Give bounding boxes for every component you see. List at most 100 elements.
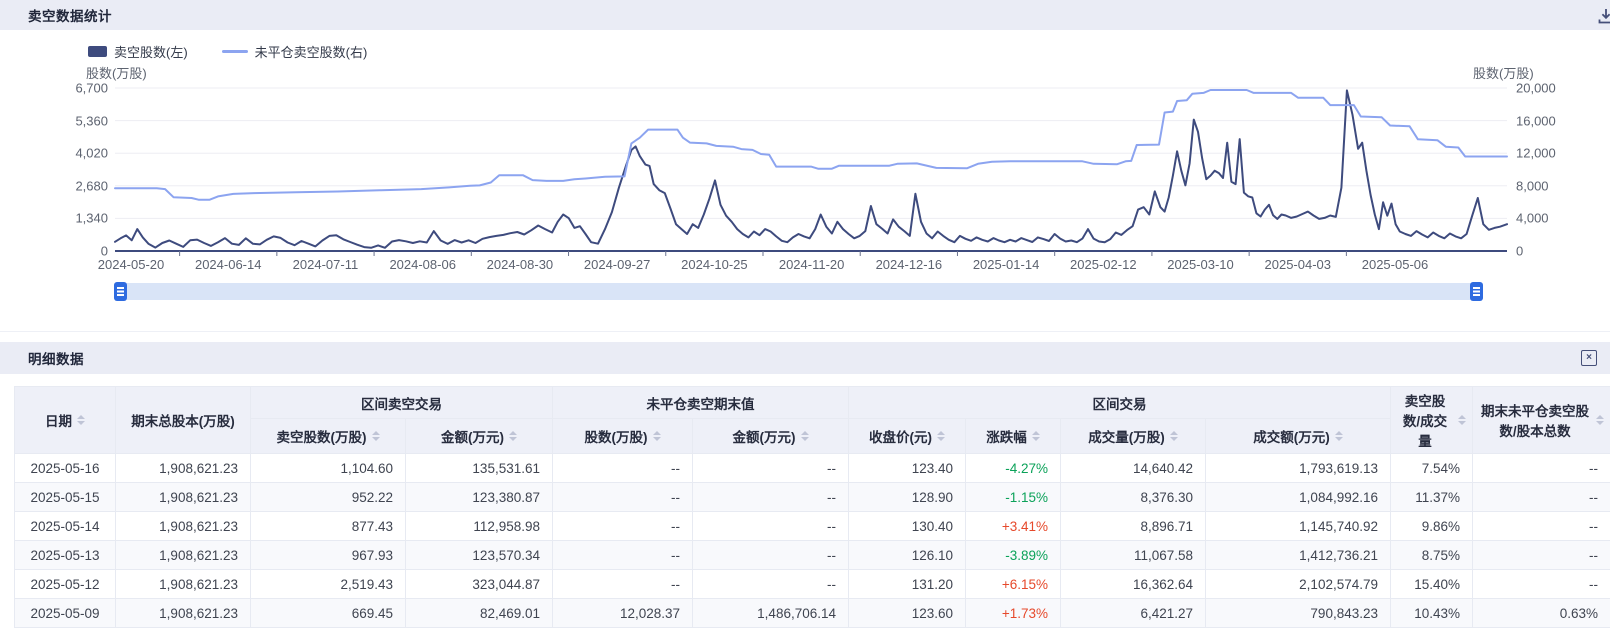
col-header-open-amount[interactable]: 金额(万元): [693, 419, 849, 454]
sort-icon[interactable]: [653, 431, 661, 442]
cell-value: --: [1473, 512, 1610, 541]
table-row[interactable]: 2025-05-121,908,621.232,519.43323,044.87…: [15, 570, 1610, 599]
sort-icon[interactable]: [1335, 431, 1343, 442]
table-row[interactable]: 2025-05-091,908,621.23669.4582,469.0112,…: [15, 599, 1610, 628]
x-axis-label: 2025-05-06: [1362, 257, 1429, 272]
group-header-open-short: 未平仓卖空期末值: [553, 387, 849, 419]
right-axis-tick-label: 4,000: [1516, 211, 1549, 226]
right-axis-tick-label: 12,000: [1516, 146, 1556, 161]
cell-value: --: [693, 570, 849, 599]
cell-value: 8.75%: [1391, 541, 1473, 570]
cell-value: 11.37%: [1391, 483, 1473, 512]
cell-value: 131.20: [849, 570, 966, 599]
cell-value: 135,531.61: [406, 454, 553, 483]
short-selling-chart: 卖空股数(左) 未平仓卖空股数(右) 股数(万股) 股数(万股) 6,7005,…: [0, 30, 1610, 332]
cell-value: --: [693, 454, 849, 483]
x-axis-label: 2025-01-14: [973, 257, 1040, 272]
sort-icon[interactable]: [509, 431, 517, 442]
right-axis-tick-label: 16,000: [1516, 113, 1556, 128]
cell-value: 1,908,621.23: [116, 512, 251, 541]
cell-value: 967.93: [251, 541, 406, 570]
cell-value: --: [553, 570, 693, 599]
detail-section-title: 明细数据: [28, 348, 84, 368]
x-axis-label: 2024-12-16: [876, 257, 943, 272]
chart-section-header: 卖空数据统计: [0, 0, 1610, 30]
left-axis-tick-label: 2,680: [28, 178, 108, 193]
cell-value: 123.40: [849, 454, 966, 483]
col-header-short-vol-ratio[interactable]: 卖空股数/成交量: [1391, 387, 1473, 454]
cell-value: 1,908,621.23: [116, 570, 251, 599]
cell-value: 323,044.87: [406, 570, 553, 599]
cell-value: --: [553, 454, 693, 483]
cell-date: 2025-05-14: [15, 512, 116, 541]
series-line-short-shares: [115, 90, 1507, 247]
cell-change: -3.89%: [966, 541, 1061, 570]
sort-icon[interactable]: [77, 415, 85, 426]
cell-value: --: [693, 512, 849, 541]
cell-change: -4.27%: [966, 454, 1061, 483]
download-icon[interactable]: [1597, 7, 1610, 25]
left-axis-tick-label: 4,020: [28, 146, 108, 161]
datazoom-slider-track[interactable]: [115, 283, 1482, 300]
cell-value: 8,376.30: [1061, 483, 1206, 512]
cell-value: 1,084,992.16: [1206, 483, 1391, 512]
cell-value: 952.22: [251, 483, 406, 512]
cell-value: 10.43%: [1391, 599, 1473, 628]
x-axis-label: 2024-05-20: [98, 257, 165, 272]
col-header-open-capital-ratio[interactable]: 期末未平仓卖空股数/股本总数: [1473, 387, 1610, 454]
cell-value: 123,570.34: [406, 541, 553, 570]
x-axis-label: 2024-07-11: [293, 257, 359, 272]
col-header-change[interactable]: 涨跌幅: [966, 419, 1061, 454]
cell-value: 6,421.27: [1061, 599, 1206, 628]
page: { "chart": { "title": "卖空数据统计", "legend"…: [0, 0, 1610, 632]
cell-value: --: [1473, 541, 1610, 570]
cell-value: 11,067.58: [1061, 541, 1206, 570]
table-row[interactable]: 2025-05-151,908,621.23952.22123,380.87--…: [15, 483, 1610, 512]
export-excel-icon[interactable]: ×: [1581, 350, 1597, 366]
cell-value: 112,958.98: [406, 512, 553, 541]
cell-value: 669.45: [251, 599, 406, 628]
table-row[interactable]: 2025-05-131,908,621.23967.93123,570.34--…: [15, 541, 1610, 570]
left-axis-tick-label: 0: [28, 244, 108, 259]
left-axis-tick-label: 5,360: [28, 113, 108, 128]
col-header-open-shares[interactable]: 股数(万股): [553, 419, 693, 454]
datazoom-right-handle-icon[interactable]: [1470, 282, 1483, 301]
sort-icon[interactable]: [801, 431, 809, 442]
table-row[interactable]: 2025-05-161,908,621.231,104.60135,531.61…: [15, 454, 1610, 483]
cell-value: --: [693, 483, 849, 512]
cell-value: 8,896.71: [1061, 512, 1206, 541]
cell-value: --: [1473, 483, 1610, 512]
cell-value: 16,362.64: [1061, 570, 1206, 599]
col-header-short-shares[interactable]: 卖空股数(万股): [251, 419, 406, 454]
x-axis-label: 2024-06-14: [195, 257, 262, 272]
left-axis-tick-label: 6,700: [28, 81, 108, 96]
col-header-date[interactable]: 日期: [15, 387, 116, 454]
sort-icon[interactable]: [937, 431, 945, 442]
cell-value: --: [1473, 454, 1610, 483]
col-header-close-price[interactable]: 收盘价(元): [849, 419, 966, 454]
datazoom-left-handle-icon[interactable]: [114, 282, 127, 301]
table-row[interactable]: 2025-05-141,908,621.23877.43112,958.98--…: [15, 512, 1610, 541]
cell-value: --: [553, 512, 693, 541]
cell-value: 1,908,621.23: [116, 454, 251, 483]
sort-icon[interactable]: [1596, 415, 1604, 426]
right-axis-tick-label: 8,000: [1516, 178, 1549, 193]
x-axis-label: 2025-02-12: [1070, 257, 1137, 272]
cell-value: 15.40%: [1391, 570, 1473, 599]
cell-value: 1,486,706.14: [693, 599, 849, 628]
sort-icon[interactable]: [372, 431, 380, 442]
group-header-interval-trade: 区间交易: [849, 387, 1391, 419]
sort-icon[interactable]: [1170, 431, 1178, 442]
cell-change: +3.41%: [966, 512, 1061, 541]
sort-icon[interactable]: [1032, 431, 1040, 442]
cell-date: 2025-05-15: [15, 483, 116, 512]
x-axis-label: 2024-08-06: [389, 257, 456, 272]
sort-icon[interactable]: [1458, 415, 1466, 426]
cell-value: 1,793,619.13: [1206, 454, 1391, 483]
group-header-short-trade: 区间卖空交易: [251, 387, 553, 419]
col-header-volume[interactable]: 成交量(万股): [1061, 419, 1206, 454]
cell-value: 1,104.60: [251, 454, 406, 483]
col-header-short-amount[interactable]: 金额(万元): [406, 419, 553, 454]
chart-section-title: 卖空数据统计: [28, 5, 112, 25]
col-header-turnover[interactable]: 成交额(万元): [1206, 419, 1391, 454]
